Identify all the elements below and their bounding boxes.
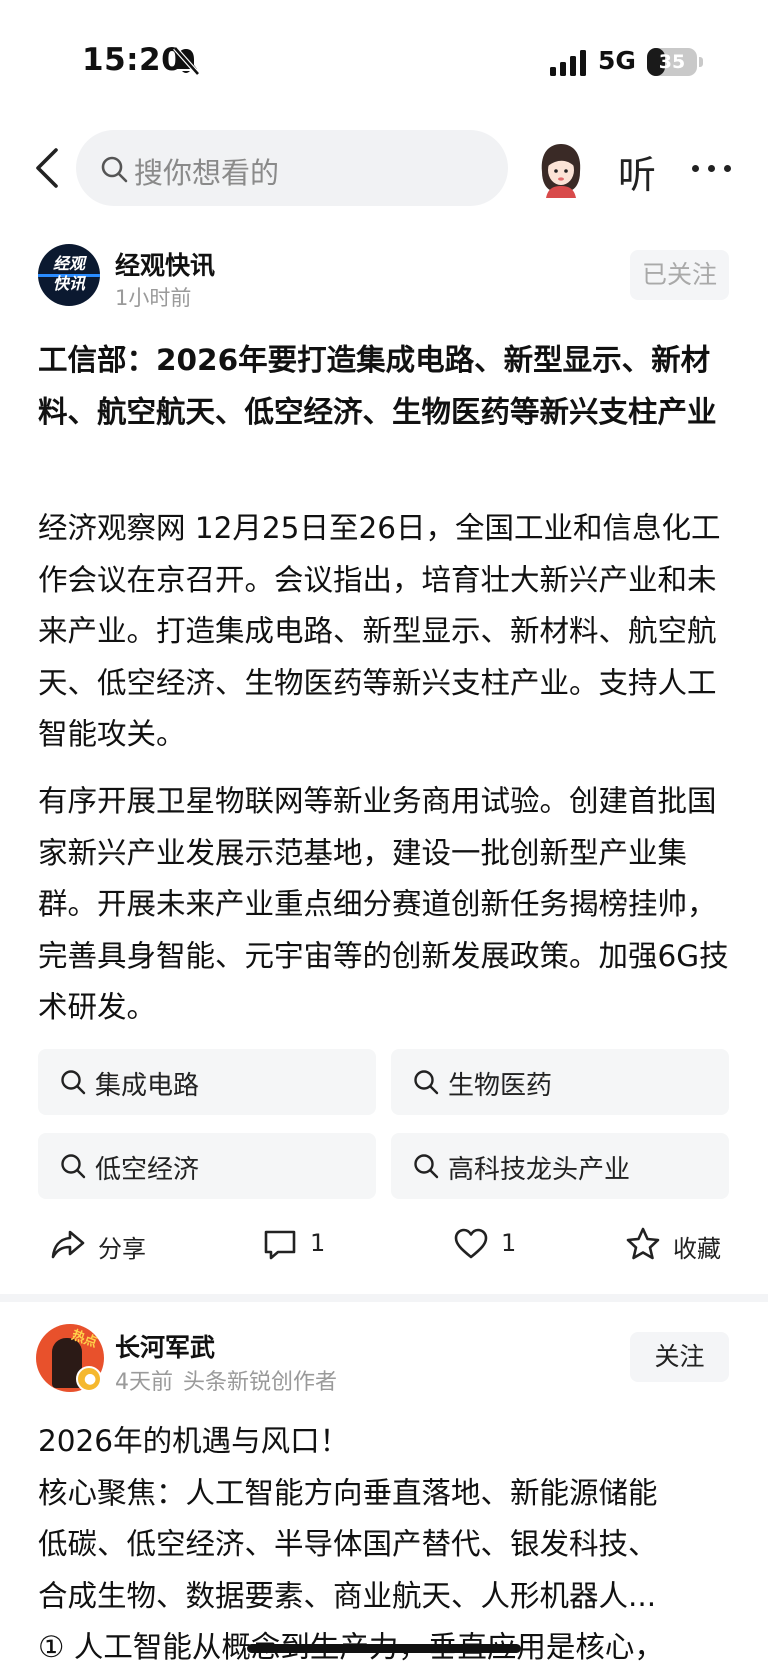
- share-icon: [51, 1230, 85, 1259]
- tag-label: 高科技龙头产业: [448, 1155, 631, 1185]
- avatar-logo-text: 经观快讯: [52, 254, 85, 293]
- search-icon: [414, 1154, 439, 1179]
- tag-chip-high-tech-leaders[interactable]: 高科技龙头产业: [391, 1133, 729, 1199]
- share-label: 分享: [98, 1235, 146, 1263]
- tag-label: 集成电路: [95, 1071, 200, 1101]
- search-icon: [61, 1070, 86, 1095]
- search-input[interactable]: 搜你想看的: [76, 130, 508, 206]
- comment-icon: [264, 1230, 296, 1260]
- author-avatar[interactable]: 经观快讯: [38, 244, 100, 306]
- like-count: 1: [501, 1229, 517, 1257]
- user-avatar-icon[interactable]: [536, 142, 586, 198]
- search-icon: [414, 1070, 439, 1095]
- post-line: 合成生物、数据要素、商业航天、人形机器人...: [38, 1578, 657, 1613]
- comment-count: 1: [310, 1229, 326, 1257]
- feed-divider: [0, 1294, 768, 1302]
- creator-tag: 头条新锐创作者: [183, 1370, 338, 1395]
- share-button[interactable]: 分享: [50, 1224, 170, 1264]
- collect-label: 收藏: [673, 1235, 721, 1263]
- battery-level: 35: [658, 51, 686, 73]
- author-name[interactable]: 长河军武: [115, 1328, 215, 1364]
- collect-button[interactable]: 收藏: [625, 1224, 735, 1264]
- signal-icon: [550, 50, 586, 76]
- search-icon: [61, 1154, 86, 1179]
- post-paragraph: 经济观察网 12月25日至26日，全国工业和信息化工作会议在京召开。会议指出，培…: [38, 511, 721, 752]
- like-button[interactable]: 1: [453, 1224, 533, 1264]
- post-line: 2026年的机遇与风口！: [38, 1424, 350, 1458]
- listen-button[interactable]: 听: [618, 144, 656, 199]
- tag-chip-integrated-circuit[interactable]: 集成电路: [38, 1049, 376, 1115]
- post-time: 1小时前: [115, 286, 192, 310]
- post-body[interactable]: 2026年的机遇与风口！ 核心聚焦：人工智能方向垂直落地、新能源储能 低碳、低空…: [38, 1416, 738, 1670]
- post-paragraph: 有序开展卫星物联网等新业务商用试验。创建首批国家新兴产业发展示范基地，建设一批创…: [38, 784, 729, 1025]
- network-type: 5G: [598, 46, 636, 75]
- author-name[interactable]: 经观快讯: [115, 246, 215, 282]
- tag-label: 生物医药: [448, 1071, 553, 1101]
- comment-button[interactable]: 1: [262, 1224, 342, 1264]
- status-bar: 15:20 5G 35: [0, 0, 768, 110]
- status-time: 15:20: [82, 42, 184, 78]
- tag-chip-low-altitude-economy[interactable]: 低空经济: [38, 1133, 376, 1199]
- home-indicator[interactable]: [247, 1644, 521, 1653]
- post-line: 核心聚焦：人工智能方向垂直落地、新能源储能: [38, 1475, 658, 1510]
- bell-off-icon: [173, 46, 200, 76]
- search-icon: [101, 156, 128, 183]
- tag-chip-biomedicine[interactable]: 生物医药: [391, 1049, 729, 1115]
- followed-button[interactable]: 已关注: [630, 250, 729, 300]
- battery-icon: 35: [647, 48, 697, 76]
- back-button[interactable]: [30, 146, 64, 190]
- search-placeholder: 搜你想看的: [134, 156, 280, 190]
- battery-nub: [699, 57, 703, 67]
- more-button[interactable]: [690, 160, 734, 176]
- tag-label: 低空经济: [95, 1155, 200, 1185]
- star-icon: [626, 1227, 660, 1260]
- post-title[interactable]: 工信部：2026年要打造集成电路、新型显示、新材料、航空航天、低空经济、生物医药…: [38, 334, 738, 438]
- follow-button[interactable]: 关注: [630, 1332, 729, 1382]
- verified-badge-icon: ●: [76, 1366, 102, 1392]
- post-time: 4天前: [115, 1370, 173, 1395]
- heart-icon: [454, 1228, 488, 1259]
- post-line: 低碳、低空经济、半导体国产替代、银发科技、: [38, 1527, 658, 1562]
- post-meta: 4天前 头条新锐创作者: [115, 1364, 337, 1396]
